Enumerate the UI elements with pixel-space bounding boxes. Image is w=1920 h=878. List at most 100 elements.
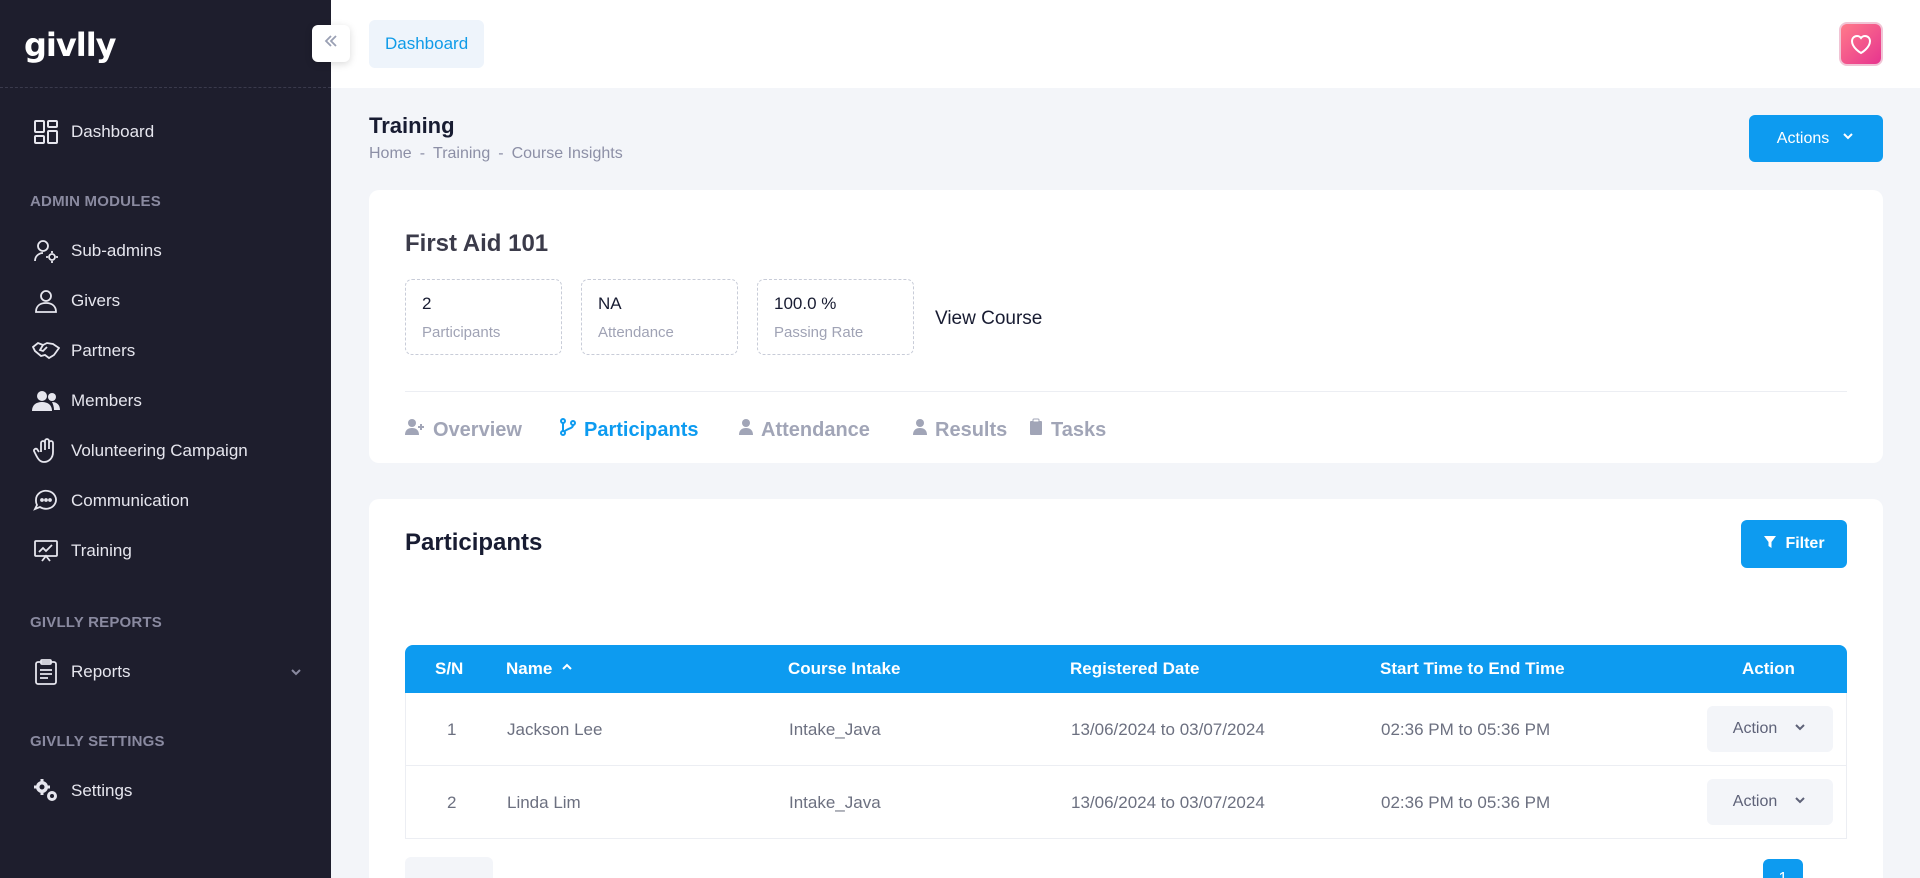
sidebar-item-label: Members [71,391,142,410]
clipboard-icon [1029,418,1043,442]
hand-icon [32,437,60,465]
topbar: Dashboard [331,0,1920,88]
dashboard-grid-icon [32,118,60,146]
user-icon [913,418,927,442]
sidebar-item-label: Dashboard [71,122,155,141]
chevron-down-icon [1841,129,1855,148]
sidebar-item-label: Reports [71,662,131,681]
user-gear-icon [32,237,60,265]
users-icon [32,387,60,415]
cell-time: 02:36 PM to 05:36 PM [1381,792,1551,812]
sidebar-collapse-button[interactable] [312,25,350,62]
tab-participants[interactable]: Participants [560,415,698,445]
sidebar: givlly Dashboard ADMIN MODULES Sub-admin… [0,0,331,878]
column-name[interactable]: Name [506,645,574,693]
chevron-down-icon [1793,793,1807,812]
stat-value: NA [598,294,622,313]
sort-ascending-icon [560,659,574,679]
sidebar-item-label: Communication [71,491,190,510]
main-content: Dashboard Training Home - Training - Course … [331,0,1920,878]
column-start-end-time: Start Time to End Time [1380,659,1565,678]
tab-tasks[interactable]: Tasks [1029,415,1106,445]
actions-button[interactable]: Actions [1749,115,1883,162]
breadcrumb-separator: - [419,145,426,162]
breadcrumb-training[interactable]: Training [433,145,490,162]
column-course-intake: Course Intake [788,659,901,678]
sidebar-item-label: Sub-admins [71,241,162,260]
sidebar-item-members[interactable]: Members [0,379,331,423]
topbar-dashboard-link[interactable]: Dashboard [369,20,485,68]
sidebar-item-sub-admins[interactable]: Sub-admins [0,229,331,273]
logo-bar: givlly [0,0,331,88]
presentation-icon [32,537,60,565]
sidebar-item-volunteering-campaign[interactable]: Volunteering Campaign [0,429,331,473]
sidebar-item-label: Training [71,541,132,560]
sidebar-item-label: Volunteering Campaign [71,441,248,460]
funnel-icon [1763,535,1777,554]
stat-attendance: NA Attendance [581,279,738,355]
sidebar-item-training[interactable]: Training [0,529,331,573]
section-title: Participants [405,529,543,556]
course-title: First Aid 101 [405,230,549,257]
sidebar-item-settings[interactable]: Settings [0,769,331,813]
table-row: 2 Linda Lim Intake_Java 13/06/2024 to 03… [405,766,1847,839]
chevron-down-icon [289,665,303,684]
branch-icon [560,418,576,442]
cell-intake: Intake_Java [789,792,881,812]
stat-participants: 2 Participants [405,279,562,355]
action-button-label: Action [1732,720,1778,737]
action-button-label: Action [1732,793,1778,810]
sidebar-item-partners[interactable]: Partners [0,329,331,373]
tab-results[interactable]: Results [913,415,1007,445]
breadcrumb-home[interactable]: Home [369,145,412,162]
sidebar-item-communication[interactable]: Communication [0,479,331,523]
cell-registered-date: 13/06/2024 to 03/07/2024 [1071,719,1265,739]
stat-passing-rate: 100.0 % Passing Rate [757,279,914,355]
cell-intake: Intake_Java [789,719,881,739]
cell-name: Linda Lim [507,792,581,812]
tab-label: Tasks [1051,418,1107,441]
user-icon [32,287,60,315]
row-action-button[interactable]: Action [1707,779,1833,825]
column-action: Action [1742,659,1795,678]
clipboard-icon [32,658,60,686]
user-icon [739,418,753,442]
table-row: 1 Jackson Lee Intake_Java 13/06/2024 to … [405,693,1847,766]
sidebar-item-givers[interactable]: Givers [0,279,331,323]
sidebar-item-label: Settings [71,781,133,800]
column-registered-date: Registered Date [1070,659,1200,678]
breadcrumb-separator: - [498,145,504,162]
sidebar-item-reports[interactable]: Reports [0,650,331,694]
view-course-link[interactable]: View Course [935,308,1042,330]
handshake-icon [32,337,60,365]
tab-overview[interactable]: Overview [405,415,522,445]
user-plus-icon [405,418,425,442]
avatar[interactable] [1839,22,1883,66]
section-givlly-settings: GIVLLY SETTINGS [30,733,165,750]
pagination-page-1[interactable]: 1 [1763,859,1803,878]
tab-label: Overview [433,418,522,441]
stat-label: Attendance [598,324,674,341]
tab-label: Results [935,418,1008,441]
sidebar-item-dashboard[interactable]: Dashboard [0,110,331,154]
column-label: Name [506,659,553,678]
stat-value: 2 [422,294,432,313]
row-action-button[interactable]: Action [1707,706,1833,752]
filter-button[interactable]: Filter [1741,520,1847,568]
tab-label: Attendance [761,418,870,441]
participants-card: Participants Filter S/N Name Course Inta… [369,499,1883,878]
filter-button-label: Filter [1785,535,1825,552]
course-summary-card: First Aid 101 2 Participants NA Attendan… [369,190,1883,463]
section-admin-modules: ADMIN MODULES [30,193,161,210]
column-sn: S/N [435,659,464,678]
stat-value: 100.0 % [774,294,837,313]
section-givlly-reports: GIVLLY REPORTS [30,614,162,631]
cell-time: 02:36 PM to 05:36 PM [1381,719,1551,739]
cell-sn: 1 [447,719,457,739]
givlly-logo[interactable]: givlly [24,26,117,64]
divider [405,391,1847,392]
page-size-select[interactable] [405,857,493,878]
tab-attendance[interactable]: Attendance [739,415,870,445]
sidebar-item-label: Partners [71,341,136,360]
cell-name: Jackson Lee [507,719,603,739]
